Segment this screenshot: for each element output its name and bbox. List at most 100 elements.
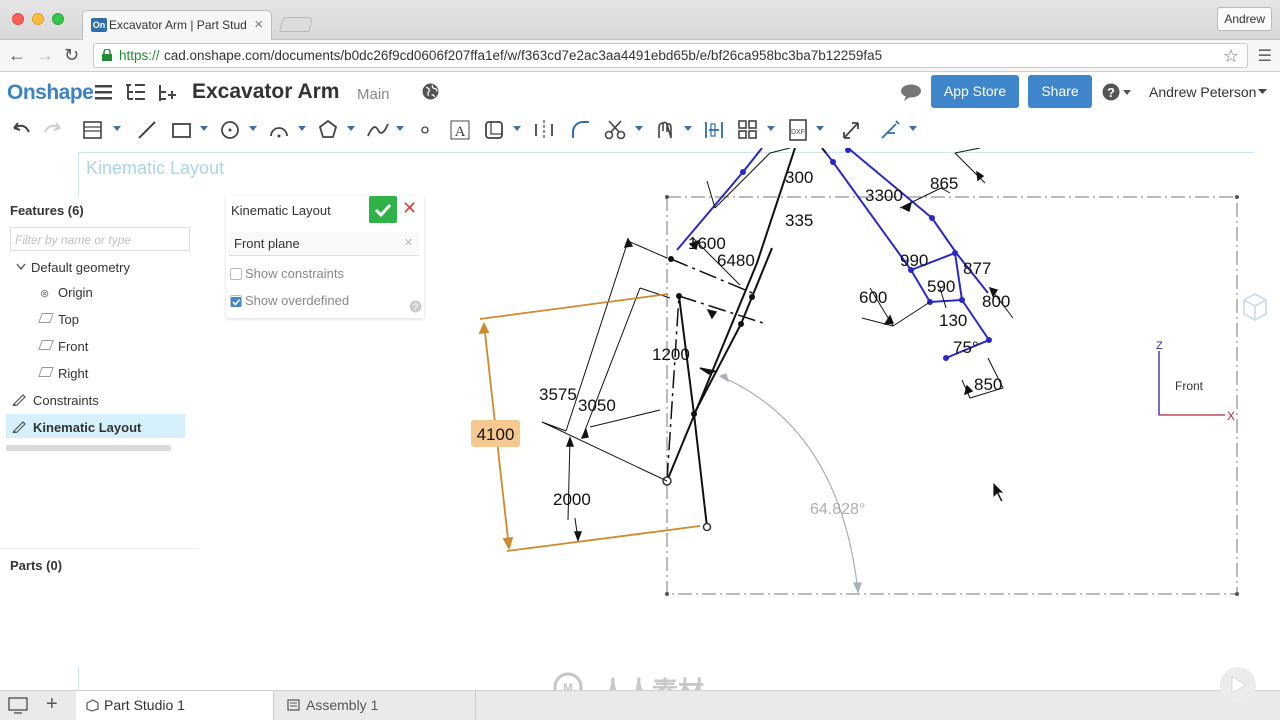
document-title[interactable]: Excavator Arm bbox=[192, 80, 339, 104]
line-tool-icon[interactable] bbox=[136, 118, 158, 142]
comments-icon[interactable] bbox=[900, 84, 922, 101]
dimension-lines bbox=[541, 148, 1014, 541]
spline-dropdown-icon[interactable] bbox=[396, 126, 404, 131]
rollback-bar[interactable] bbox=[6, 445, 171, 451]
feature-list-icon[interactable] bbox=[124, 83, 146, 103]
insert-icon[interactable] bbox=[156, 83, 178, 103]
offset-dropdown-icon[interactable] bbox=[513, 126, 521, 131]
dim-angle[interactable]: 64.828° bbox=[810, 501, 865, 518]
circle-dropdown-icon[interactable] bbox=[249, 126, 257, 131]
polygon-dropdown-icon[interactable] bbox=[347, 126, 355, 131]
help-icon[interactable]: ? bbox=[1102, 83, 1134, 102]
transform-tool-icon[interactable] bbox=[840, 118, 862, 142]
pattern-dropdown-icon[interactable] bbox=[767, 126, 775, 131]
forward-arrow-icon[interactable]: → bbox=[36, 45, 54, 66]
dim-1200: 1200 bbox=[652, 345, 690, 364]
trim-dropdown-icon[interactable] bbox=[635, 126, 643, 131]
tab-assembly[interactable]: Assembly 1 bbox=[276, 691, 476, 720]
dxf-import-icon[interactable]: DXF bbox=[787, 118, 809, 142]
base-point[interactable] bbox=[702, 522, 712, 532]
dim-4100[interactable]: 4100 bbox=[477, 425, 515, 444]
chevron-down-icon[interactable] bbox=[1258, 89, 1267, 95]
feature-right-plane[interactable]: Right bbox=[58, 366, 88, 381]
url-input[interactable]: https:// cad.onshape.com/documents/b0dc2… bbox=[93, 43, 1248, 68]
offset-tool-icon[interactable] bbox=[484, 118, 506, 142]
trim-tool-icon[interactable] bbox=[604, 118, 626, 142]
angle-dimension[interactable] bbox=[718, 373, 862, 594]
measure-dropdown-icon[interactable] bbox=[909, 126, 917, 131]
reload-icon[interactable]: ↻ bbox=[64, 45, 79, 66]
feature-origin[interactable]: Origin bbox=[58, 285, 93, 300]
redo-icon[interactable] bbox=[42, 118, 64, 142]
spline-tool-icon[interactable] bbox=[366, 118, 390, 142]
feature-top-plane[interactable]: Top bbox=[58, 312, 79, 327]
constraint-dropdown-icon[interactable] bbox=[684, 126, 692, 131]
use-dropdown-icon[interactable] bbox=[113, 126, 121, 131]
fillet-tool-icon[interactable] bbox=[570, 118, 592, 142]
constraint-tool-icon[interactable] bbox=[654, 118, 676, 142]
clear-selection-icon[interactable]: ✕ bbox=[404, 236, 413, 249]
pattern-tool-icon[interactable] bbox=[737, 118, 759, 142]
window-minimize-button[interactable] bbox=[32, 13, 44, 25]
window-close-button[interactable] bbox=[12, 13, 24, 25]
dim-3575: 3575 bbox=[539, 385, 577, 404]
show-overdefined-checkbox[interactable] bbox=[230, 295, 242, 307]
use-icon[interactable] bbox=[82, 118, 104, 142]
tab-part-studio[interactable]: Part Studio 1 bbox=[76, 691, 274, 720]
arc-tool-icon[interactable] bbox=[268, 118, 290, 142]
cancel-x-icon[interactable]: ✕ bbox=[402, 198, 417, 219]
undo-icon[interactable] bbox=[10, 118, 32, 142]
measure-tool-icon[interactable] bbox=[879, 118, 901, 142]
globe-icon[interactable] bbox=[422, 83, 439, 100]
mirror-tool-icon[interactable] bbox=[533, 118, 555, 142]
close-tab-icon[interactable]: × bbox=[254, 16, 263, 33]
dimension-values[interactable]: 300 335 3300 865 1600 6480 990 877 600 5… bbox=[539, 168, 1010, 509]
dim-2000: 2000 bbox=[553, 490, 591, 509]
window-zoom-button[interactable] bbox=[52, 13, 64, 25]
show-constraints-checkbox[interactable] bbox=[230, 268, 242, 280]
dim-130: 130 bbox=[939, 311, 967, 330]
parts-header[interactable]: Parts (0) bbox=[10, 558, 62, 573]
dxf-dropdown-icon[interactable] bbox=[816, 126, 824, 131]
dim-300: 300 bbox=[785, 168, 813, 187]
add-tab-icon[interactable]: + bbox=[46, 693, 58, 716]
lock-icon bbox=[102, 49, 112, 61]
onshape-logo[interactable]: Onshape bbox=[7, 81, 94, 105]
boom-geometry[interactable] bbox=[666, 148, 827, 528]
boom-joints[interactable] bbox=[668, 256, 755, 417]
feature-filter-input[interactable]: Filter by name or type bbox=[10, 227, 190, 251]
polygon-tool-icon[interactable] bbox=[317, 118, 339, 142]
branch-label[interactable]: Main bbox=[357, 86, 390, 103]
expand-chevron-icon[interactable] bbox=[16, 263, 26, 271]
new-tab-button[interactable] bbox=[279, 17, 313, 32]
feature-default-geometry[interactable]: Default geometry bbox=[31, 260, 130, 275]
view-cube[interactable]: Z X Front bbox=[1150, 340, 1235, 423]
text-tool-icon[interactable]: A bbox=[449, 118, 471, 142]
accept-button[interactable] bbox=[369, 196, 397, 223]
user-menu[interactable]: Andrew Peterson bbox=[1149, 84, 1256, 100]
browser-tab[interactable]: On Excavator Arm | Part Stud × bbox=[82, 10, 272, 40]
arc-dropdown-icon[interactable] bbox=[298, 126, 306, 131]
browser-profile-button[interactable]: Andrew bbox=[1217, 7, 1272, 31]
feature-constraints-sketch[interactable]: Constraints bbox=[33, 393, 99, 408]
browser-menu-icon[interactable]: ☰ bbox=[1258, 46, 1272, 66]
feature-kinematic-layout[interactable]: Kinematic Layout bbox=[33, 420, 141, 435]
app-store-button[interactable]: App Store bbox=[931, 75, 1019, 108]
sketch-plane-field[interactable]: Front plane ✕ bbox=[229, 232, 419, 256]
rectangle-dropdown-icon[interactable] bbox=[200, 126, 208, 131]
feature-front-plane[interactable]: Front bbox=[58, 339, 88, 354]
plane-icon bbox=[38, 340, 54, 350]
view-cube-menu-icon[interactable] bbox=[1242, 292, 1268, 322]
back-arrow-icon[interactable]: ← bbox=[8, 45, 26, 66]
dim-3300: 3300 bbox=[865, 186, 903, 205]
help-icon[interactable]: ? bbox=[409, 300, 422, 313]
tab-manager-icon[interactable] bbox=[8, 696, 30, 714]
point-tool-icon[interactable] bbox=[418, 118, 432, 142]
rectangle-tool-icon[interactable] bbox=[170, 118, 194, 142]
hamburger-menu-icon[interactable] bbox=[95, 84, 113, 100]
sketch-toolbar: A DXF bbox=[0, 112, 1280, 148]
share-button[interactable]: Share bbox=[1028, 75, 1092, 108]
circle-tool-icon[interactable] bbox=[220, 118, 242, 142]
bookmark-star-icon[interactable]: ☆ bbox=[1223, 45, 1239, 68]
dimension-tool-icon[interactable] bbox=[703, 118, 725, 142]
